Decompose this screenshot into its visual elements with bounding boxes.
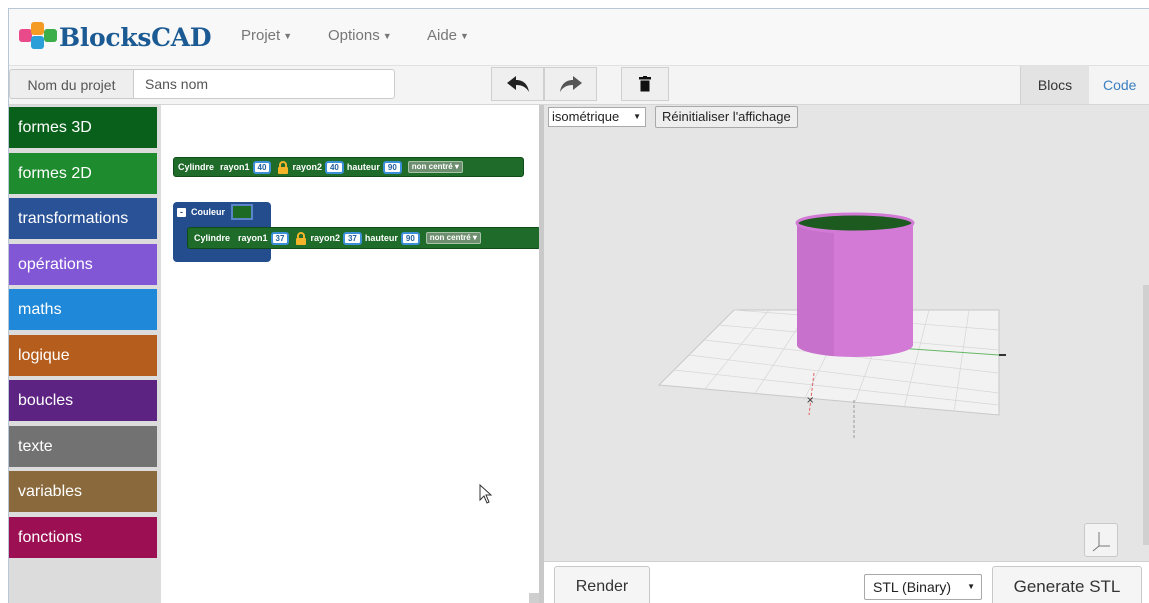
3d-scene: × <box>657 212 1006 440</box>
redo-button[interactable] <box>544 67 597 101</box>
radius1-field[interactable]: 37 <box>270 231 290 245</box>
reset-view-button[interactable]: Réinitialiser l'affichage <box>655 106 798 128</box>
viewer-scrollbar[interactable] <box>1143 285 1149 545</box>
menu-projet-label: Projet <box>241 27 281 44</box>
undo-button[interactable] <box>491 67 544 101</box>
lock-icon[interactable] <box>295 231 307 245</box>
height-label: hauteur <box>364 233 398 243</box>
project-name-input[interactable]: Sans nom <box>133 69 395 99</box>
category-transformations[interactable]: transformations <box>9 198 157 239</box>
block-categories: formes 3D formes 2D transformations opér… <box>9 105 161 603</box>
center-dropdown-label: non centré <box>429 233 471 242</box>
radius2-field[interactable]: 37 <box>342 231 362 245</box>
trash-icon <box>639 76 651 92</box>
category-variables[interactable]: variables <box>9 471 157 512</box>
menu-aide-label: Aide <box>427 27 458 44</box>
generate-stl-button[interactable]: Generate STL <box>992 566 1142 603</box>
navbar: BlocksCAD Projet ▼ Options ▼ Aide ▼ <box>9 9 1149 66</box>
center-dropdown[interactable]: non centré ▾ <box>425 232 481 244</box>
caret-down-icon: ▼ <box>283 31 293 42</box>
cylinder-block[interactable]: Cylindre rayon1 40 rayon2 40 hauteur 90 … <box>173 157 524 177</box>
radius2-label: rayon2 <box>292 162 322 172</box>
color-block-header: - Couleur <box>173 202 271 222</box>
redo-arrow-icon <box>559 76 582 92</box>
lock-icon[interactable] <box>277 160 289 174</box>
radius2-field[interactable]: 40 <box>324 160 344 174</box>
height-field[interactable]: 90 <box>382 160 402 174</box>
category-formes-3d[interactable]: formes 3D <box>9 107 157 148</box>
cylinder-shade <box>797 223 834 356</box>
dropdown-arrow-icon: ▼ <box>967 582 975 591</box>
mouse-cursor-icon <box>479 484 493 504</box>
axes-toggle-button[interactable] <box>1084 523 1118 557</box>
dropdown-arrow-icon: ▼ <box>633 112 641 121</box>
undo-arrow-icon <box>506 76 529 92</box>
x-axis-marker: × <box>806 395 814 406</box>
radius1-field[interactable]: 40 <box>252 160 272 174</box>
blocks-workspace[interactable]: Cylindre rayon1 40 rayon2 40 hauteur 90 … <box>161 105 541 603</box>
view-select-label: isométrique <box>552 109 620 124</box>
radius1-label: rayon1 <box>238 233 268 243</box>
category-formes-2d[interactable]: formes 2D <box>9 153 157 194</box>
menu-options-label: Options <box>328 27 380 44</box>
render-button[interactable]: Render <box>554 566 650 603</box>
center-dropdown-label: non centré <box>411 162 453 171</box>
app-frame: BlocksCAD Projet ▼ Options ▼ Aide ▼ Nom du … <box>8 8 1149 603</box>
render-controls: Render STL (Binary) ▼ Generate STL <box>544 561 1149 603</box>
color-swatch[interactable] <box>231 204 254 220</box>
block-label: Cylindre <box>178 162 215 172</box>
height-field[interactable]: 90 <box>400 231 420 245</box>
cylinder-top <box>795 212 915 234</box>
color-block-label: Couleur <box>191 207 226 217</box>
category-logique[interactable]: logique <box>9 335 157 376</box>
format-select[interactable]: STL (Binary) ▼ <box>864 574 982 600</box>
menu-aide[interactable]: Aide ▼ <box>427 27 469 44</box>
category-texte[interactable]: texte <box>9 426 157 467</box>
3d-viewer[interactable]: isométrique ▼ Réinitialiser l'affichage <box>544 105 1149 603</box>
block-label: Cylindre <box>194 233 231 243</box>
radius1-label: rayon1 <box>220 162 250 172</box>
format-select-label: STL (Binary) <box>873 579 952 595</box>
menu-options[interactable]: Options ▼ <box>328 27 392 44</box>
brand-name: BlocksCAD <box>59 22 212 52</box>
collapse-toggle-icon[interactable]: - <box>177 207 186 217</box>
cylinder-block-nested[interactable]: Cylindre rayon1 37 rayon2 37 hauteur 90 … <box>187 227 541 249</box>
category-boucles[interactable]: boucles <box>9 380 157 421</box>
delete-button[interactable] <box>621 67 669 101</box>
toolbar: Nom du projet Sans nom Blocs Code <box>9 66 1149 105</box>
project-name-label: Nom du projet <box>9 69 133 99</box>
logo[interactable]: BlocksCAD <box>19 21 212 53</box>
tab-blocs[interactable]: Blocs <box>1020 66 1089 104</box>
view-select[interactable]: isométrique ▼ <box>548 107 646 127</box>
caret-down-icon: ▼ <box>460 31 469 42</box>
center-dropdown[interactable]: non centré ▾ <box>407 161 463 173</box>
axes-toggle-icon <box>1092 532 1110 552</box>
menu-projet[interactable]: Projet ▼ <box>241 27 292 44</box>
radius2-label: rayon2 <box>310 233 340 243</box>
category-fonctions[interactable]: fonctions <box>9 517 157 558</box>
category-operations[interactable]: opérations <box>9 244 157 285</box>
height-label: hauteur <box>346 162 380 172</box>
caret-down-icon: ▼ <box>382 31 392 42</box>
tab-code[interactable]: Code <box>1103 66 1136 104</box>
blockscad-logo-icon <box>19 22 57 52</box>
category-maths[interactable]: maths <box>9 289 157 330</box>
